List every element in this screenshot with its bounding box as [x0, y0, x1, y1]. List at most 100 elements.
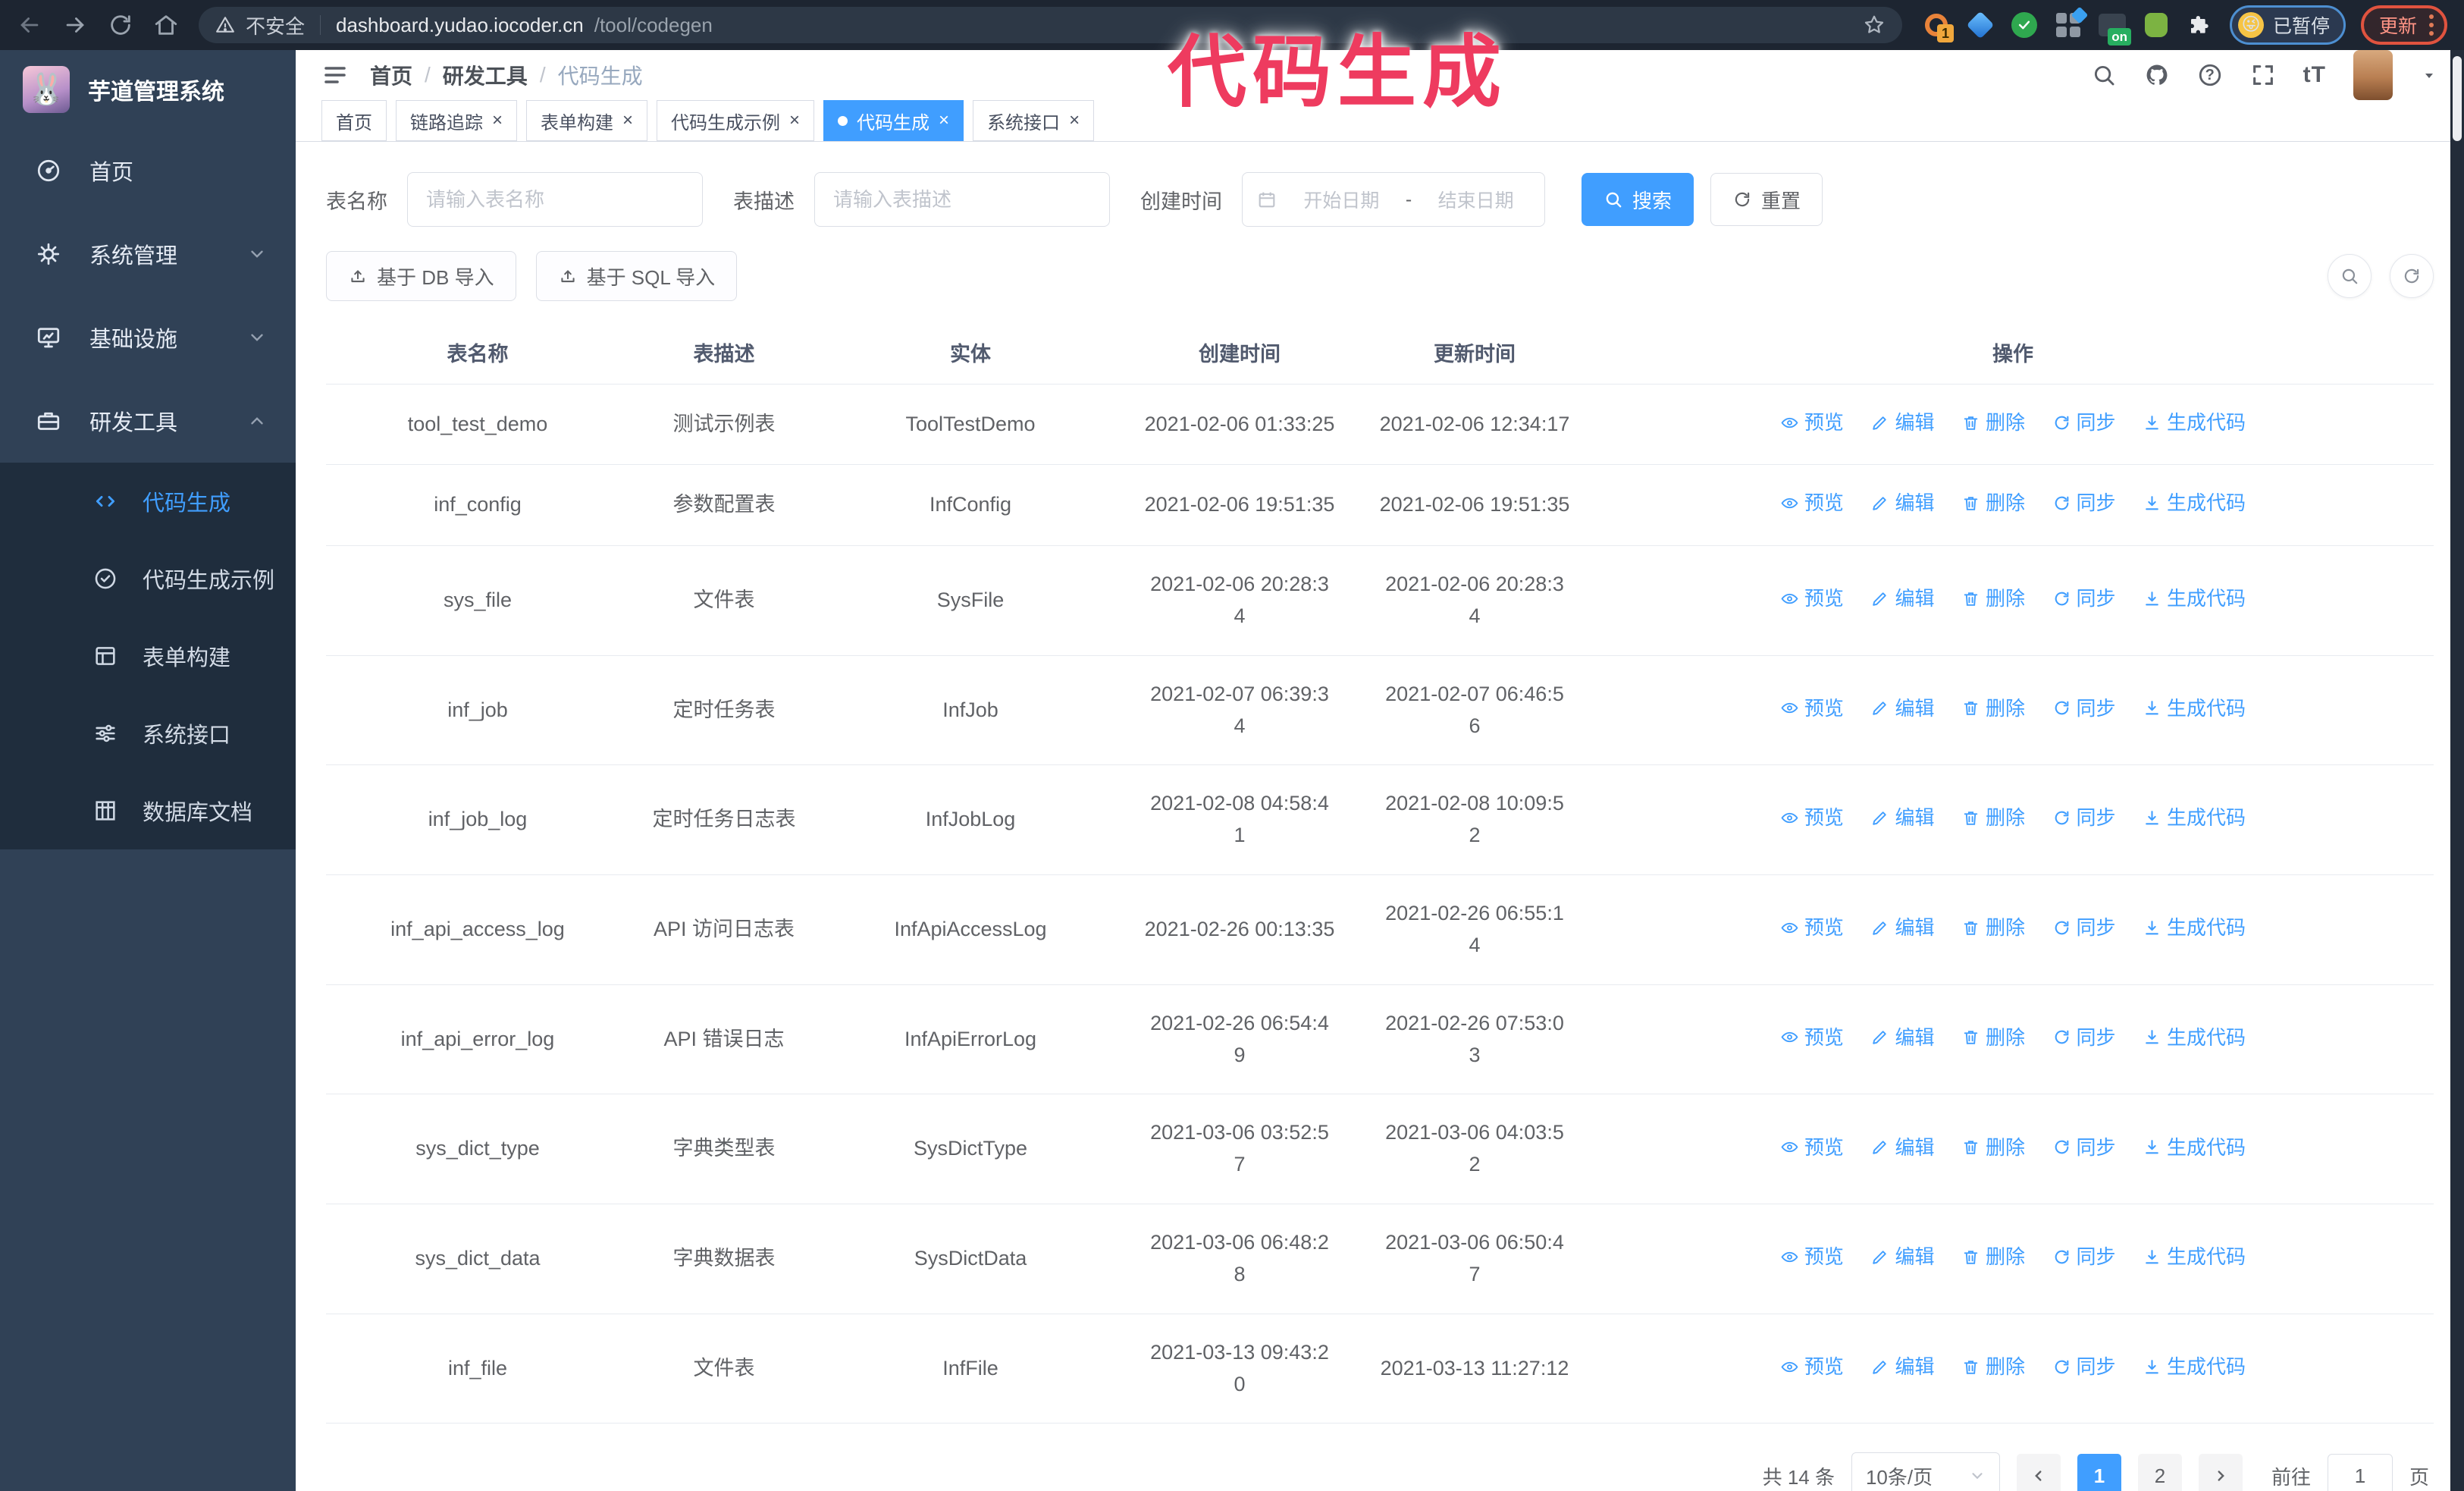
app-logo-row[interactable]: 🐰 芋道管理系统	[0, 50, 296, 129]
extensions-puzzle-icon[interactable]	[2186, 11, 2215, 39]
edit-link[interactable]: 编辑	[1870, 1241, 1934, 1272]
sync-link[interactable]: 同步	[2052, 802, 2116, 833]
hamburger-icon[interactable]	[321, 61, 349, 89]
sync-link[interactable]: 同步	[2052, 693, 2116, 724]
bookmark-star-icon[interactable]	[1863, 14, 1886, 36]
edit-link[interactable]: 编辑	[1870, 1132, 1934, 1163]
delete-link[interactable]: 删除	[1961, 488, 2025, 518]
scrollbar-thumb[interactable]	[2453, 56, 2462, 141]
url-host[interactable]: dashboard.yudao.iocoder.cn	[336, 14, 584, 37]
edit-link[interactable]: 编辑	[1870, 407, 1934, 438]
breadcrumb-home[interactable]: 首页	[370, 60, 412, 90]
generate-code-link[interactable]: 生成代码	[2143, 407, 2246, 438]
sync-link[interactable]: 同步	[2052, 1241, 2116, 1272]
prev-page-button[interactable]	[2016, 1454, 2061, 1491]
date-start-placeholder[interactable]: 开始日期	[1287, 186, 1397, 213]
sidebar-item-form-builder[interactable]: 表单构建	[0, 617, 296, 695]
delete-link[interactable]: 删除	[1961, 693, 2025, 724]
refresh-table-button[interactable]	[2390, 254, 2434, 298]
home-icon[interactable]	[153, 12, 179, 38]
preview-link[interactable]: 预览	[1780, 583, 1844, 614]
search-button[interactable]: 搜索	[1582, 173, 1694, 226]
table-desc-input[interactable]	[814, 172, 1110, 227]
sidebar-item-devtools[interactable]: 研发工具	[0, 379, 296, 463]
sidebar-item-infra[interactable]: 基础设施	[0, 296, 296, 379]
preview-link[interactable]: 预览	[1780, 488, 1844, 518]
goto-page-input[interactable]	[2327, 1454, 2393, 1491]
sidebar-item-system-api[interactable]: 系统接口	[0, 695, 296, 772]
generate-code-link[interactable]: 生成代码	[2143, 693, 2246, 724]
next-page-button[interactable]	[2198, 1454, 2243, 1491]
generate-code-link[interactable]: 生成代码	[2143, 1022, 2246, 1053]
page-button-2[interactable]: 2	[2137, 1454, 2182, 1491]
sync-link[interactable]: 同步	[2052, 1351, 2116, 1382]
preview-link[interactable]: 预览	[1780, 407, 1844, 438]
generate-code-link[interactable]: 生成代码	[2143, 1132, 2246, 1163]
generate-code-link[interactable]: 生成代码	[2143, 1241, 2246, 1272]
close-icon[interactable]: ×	[622, 111, 633, 130]
sidebar-item-home[interactable]: 首页	[0, 129, 296, 212]
table-name-input[interactable]	[407, 172, 703, 227]
profile-paused-badge[interactable]: 😜 已暂停	[2229, 5, 2346, 45]
import-db-button[interactable]: 基于 DB 导入	[326, 251, 516, 301]
fullscreen-icon[interactable]	[2250, 62, 2276, 88]
preview-link[interactable]: 预览	[1780, 693, 1844, 724]
edit-link[interactable]: 编辑	[1870, 802, 1934, 833]
preview-link[interactable]: 预览	[1780, 912, 1844, 943]
delete-link[interactable]: 删除	[1961, 912, 2025, 943]
url-path[interactable]: /tool/codegen	[594, 14, 713, 37]
edit-link[interactable]: 编辑	[1870, 488, 1934, 518]
generate-code-link[interactable]: 生成代码	[2143, 488, 2246, 518]
preview-link[interactable]: 预览	[1780, 1241, 1844, 1272]
delete-link[interactable]: 删除	[1961, 1022, 2025, 1053]
user-menu-caret-icon[interactable]	[2420, 66, 2438, 84]
preview-link[interactable]: 预览	[1780, 1351, 1844, 1382]
address-bar[interactable]: 不安全 dashboard.yudao.iocoder.cn/tool/code…	[199, 7, 1902, 43]
delete-link[interactable]: 删除	[1961, 1241, 2025, 1272]
page-scrollbar[interactable]	[2450, 50, 2464, 1491]
close-icon[interactable]: ×	[492, 111, 503, 130]
search-icon[interactable]	[2091, 62, 2117, 88]
date-end-placeholder[interactable]: 结束日期	[1421, 186, 1531, 213]
tab-codegen[interactable]: 代码生成 ×	[823, 100, 964, 141]
delete-link[interactable]: 删除	[1961, 583, 2025, 614]
page-button-1[interactable]: 1	[2077, 1454, 2121, 1491]
close-icon[interactable]: ×	[939, 111, 949, 130]
back-icon[interactable]	[17, 12, 42, 38]
sync-link[interactable]: 同步	[2052, 407, 2116, 438]
security-label[interactable]: 不安全	[246, 11, 305, 39]
extension-check-icon[interactable]	[2010, 11, 2039, 39]
delete-link[interactable]: 删除	[1961, 1351, 2025, 1382]
sidebar-item-codegen[interactable]: 代码生成	[0, 463, 296, 540]
edit-link[interactable]: 编辑	[1870, 1022, 1934, 1053]
sync-link[interactable]: 同步	[2052, 1022, 2116, 1053]
edit-link[interactable]: 编辑	[1870, 583, 1934, 614]
generate-code-link[interactable]: 生成代码	[2143, 1351, 2246, 1382]
delete-link[interactable]: 删除	[1961, 407, 2025, 438]
forward-icon[interactable]	[62, 12, 88, 38]
extension-on-icon[interactable]: on	[2098, 11, 2131, 46]
close-icon[interactable]: ×	[1069, 111, 1080, 130]
extension-grid-icon[interactable]	[2054, 6, 2089, 39]
preview-link[interactable]: 预览	[1780, 802, 1844, 833]
sync-link[interactable]: 同步	[2052, 488, 2116, 518]
sync-link[interactable]: 同步	[2052, 583, 2116, 614]
browser-menu-icon[interactable]	[2429, 14, 2434, 36]
preview-link[interactable]: 预览	[1780, 1022, 1844, 1053]
page-size-select[interactable]: 10条/页	[1851, 1452, 2000, 1491]
browser-update-button[interactable]: 更新	[2360, 5, 2447, 45]
generate-code-link[interactable]: 生成代码	[2143, 583, 2246, 614]
generate-code-link[interactable]: 生成代码	[2143, 802, 2246, 833]
tab-codegen-example[interactable]: 代码生成示例 ×	[657, 100, 815, 141]
toggle-search-button[interactable]	[2328, 254, 2372, 298]
sidebar-item-system[interactable]: 系统管理	[0, 212, 296, 296]
tab-home[interactable]: 首页	[321, 100, 387, 141]
edit-link[interactable]: 编辑	[1870, 1351, 1934, 1382]
sync-link[interactable]: 同步	[2052, 912, 2116, 943]
github-icon[interactable]	[2144, 62, 2170, 88]
sync-link[interactable]: 同步	[2052, 1132, 2116, 1163]
edit-link[interactable]: 编辑	[1870, 693, 1934, 724]
reload-icon[interactable]	[108, 12, 133, 38]
delete-link[interactable]: 删除	[1961, 802, 2025, 833]
tab-system-api[interactable]: 系统接口 ×	[973, 100, 1095, 141]
